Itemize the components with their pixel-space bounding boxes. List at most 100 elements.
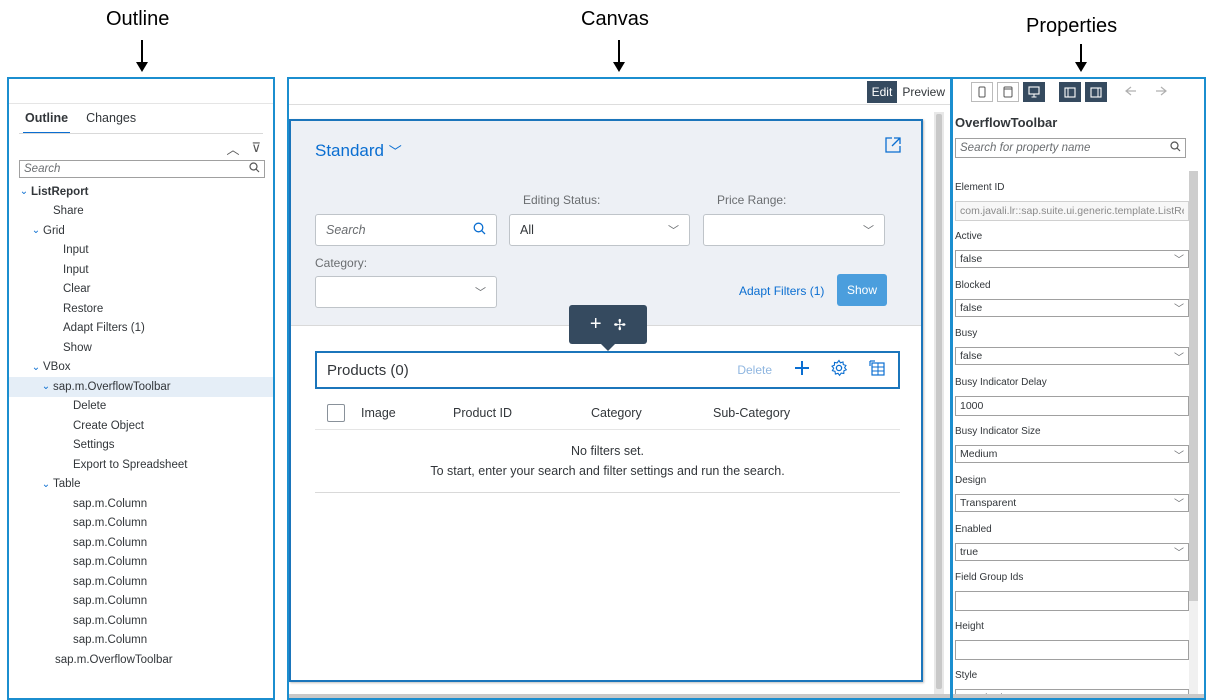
property-select[interactable]: true ﹀ xyxy=(955,542,1189,561)
editing-status-select[interactable]: All ﹀ xyxy=(509,214,690,246)
undo-icon[interactable] xyxy=(1125,85,1139,100)
chevron-down-icon[interactable]: ⌄ xyxy=(39,479,53,490)
tree-node[interactable]: Adapt Filters (1) xyxy=(9,319,273,339)
show-outline-panel-icon[interactable] xyxy=(1059,82,1081,102)
tab-outline[interactable]: Outline xyxy=(22,111,71,134)
property-select[interactable]: Medium ﹀ xyxy=(955,445,1189,463)
property-label: Design xyxy=(955,474,987,486)
tree-node[interactable]: Show xyxy=(9,338,273,358)
column-header-image[interactable]: Image xyxy=(361,406,453,420)
tree-node[interactable]: ⌄ ListReport xyxy=(9,182,273,202)
property-input[interactable] xyxy=(955,591,1189,612)
chevron-down-icon[interactable]: ⌄ xyxy=(17,186,31,197)
price-range-label: Price Range: xyxy=(717,193,787,207)
table-overflow-toolbar[interactable]: Products (0) Delete xyxy=(315,351,900,389)
properties-callout: Properties xyxy=(1026,15,1118,37)
chevron-down-icon: ﹀ xyxy=(1174,255,1184,267)
tree-node[interactable]: sap.m.Column xyxy=(9,514,273,534)
property-label: Field Group Ids xyxy=(955,572,1024,584)
table-column-header: Image Product ID Category Sub-Category xyxy=(315,396,900,430)
tablet-icon[interactable] xyxy=(997,82,1019,102)
settings-icon[interactable] xyxy=(830,359,848,382)
tree-node[interactable]: sap.m.Column xyxy=(9,572,273,592)
property-label: Busy Indicator Delay xyxy=(955,377,1047,389)
create-object-icon[interactable] xyxy=(794,360,810,381)
tree-node[interactable]: Settings xyxy=(9,436,273,456)
add-section-icon[interactable]: ✢ xyxy=(614,316,627,334)
property-select[interactable]: false ﹀ xyxy=(955,347,1189,366)
delete-button[interactable]: Delete xyxy=(737,363,772,377)
filter-icon[interactable]: ⊽ xyxy=(251,140,261,156)
tree-node-label: sap.m.Column xyxy=(73,536,148,549)
tree-node[interactable]: Clear xyxy=(9,280,273,300)
tree-node-label: ListReport xyxy=(31,185,89,198)
properties-scrollbar-thumb[interactable] xyxy=(1189,171,1198,601)
property-input[interactable] xyxy=(955,640,1189,661)
tree-node[interactable]: ⌄ Grid xyxy=(9,221,273,241)
tree-node[interactable]: sap.m.Column xyxy=(9,494,273,514)
tree-node[interactable]: sap.m.Column xyxy=(9,631,273,651)
tree-node[interactable]: Input xyxy=(9,260,273,280)
tree-node[interactable]: ⌄ sap.m.OverflowToolbar xyxy=(9,377,273,397)
tree-node[interactable]: sap.m.Column xyxy=(9,611,273,631)
outline-search-input[interactable]: Search xyxy=(19,160,265,178)
phone-icon[interactable] xyxy=(971,82,993,102)
property-item: Busy Indicator Size Medium ﹀ xyxy=(955,426,1189,463)
property-select[interactable]: false ﹀ xyxy=(955,298,1189,317)
chevron-down-icon[interactable]: ⌄ xyxy=(29,225,43,236)
chevron-down-icon: ﹀ xyxy=(388,144,402,159)
tree-node[interactable]: Restore xyxy=(9,299,273,319)
canvas-scrollbar-thumb[interactable] xyxy=(936,114,942,689)
outline-tools: ︿ ⊽ xyxy=(9,134,273,158)
property-label: Busy Indicator Size xyxy=(955,426,1041,437)
property-input[interactable]: 1000 xyxy=(955,396,1189,417)
canvas-callout: Canvas xyxy=(581,8,649,30)
tree-node[interactable]: Share xyxy=(9,202,273,222)
properties-scrollbar[interactable] xyxy=(1189,171,1198,698)
add-icon[interactable]: + xyxy=(590,313,602,336)
property-item: Busy false ﹀ xyxy=(955,328,1189,366)
tree-node[interactable]: sap.m.Column xyxy=(9,533,273,553)
canvas-scrollbar[interactable] xyxy=(934,112,944,697)
collapse-all-icon[interactable]: ︿ xyxy=(226,139,239,158)
column-header-product-id[interactable]: Product ID xyxy=(453,406,591,420)
tree-node-label: Input xyxy=(63,263,89,276)
table-title: Products (0) xyxy=(327,361,409,379)
show-button[interactable]: Show xyxy=(837,274,887,306)
tree-node[interactable]: Delete xyxy=(9,397,273,417)
search-field[interactable]: Search xyxy=(315,214,497,246)
tree-node[interactable]: sap.m.OverflowToolbar xyxy=(9,650,273,670)
property-select[interactable]: false ﹀ xyxy=(955,249,1189,268)
column-header-category[interactable]: Category xyxy=(591,406,713,420)
column-header-sub-category[interactable]: Sub-Category xyxy=(713,406,790,420)
outline-callout-arrow xyxy=(136,40,148,72)
redo-icon[interactable] xyxy=(1153,85,1167,100)
export-to-spreadsheet-icon[interactable] xyxy=(868,359,886,382)
price-range-select[interactable]: ﹀ xyxy=(703,214,885,246)
property-label: Element ID xyxy=(955,182,1005,193)
tree-node[interactable]: sap.m.Column xyxy=(9,553,273,573)
tree-node[interactable]: ⌄ VBox xyxy=(9,358,273,378)
chevron-down-icon[interactable]: ⌄ xyxy=(29,362,43,373)
adapt-filters-link[interactable]: Adapt Filters (1) xyxy=(739,284,824,298)
tree-node[interactable]: Create Object xyxy=(9,416,273,436)
property-search-input[interactable]: Search for property name xyxy=(955,138,1186,158)
share-icon[interactable] xyxy=(883,135,903,155)
preview-mode-button[interactable]: Preview xyxy=(897,81,950,103)
tree-node-label: sap.m.Column xyxy=(73,556,148,569)
variant-management[interactable]: Standard ﹀ xyxy=(315,141,402,161)
tree-node[interactable]: ⌄ Table xyxy=(9,475,273,495)
select-all-checkbox[interactable] xyxy=(327,403,345,422)
category-select[interactable]: ﹀ xyxy=(315,276,497,308)
show-properties-panel-icon[interactable] xyxy=(1085,82,1107,102)
tab-changes[interactable]: Changes xyxy=(86,111,136,134)
tree-node[interactable]: Input xyxy=(9,241,273,261)
desktop-icon[interactable] xyxy=(1023,82,1045,102)
chevron-down-icon[interactable]: ⌄ xyxy=(39,381,53,392)
tree-node-label: sap.m.Column xyxy=(73,497,148,510)
tree-node[interactable]: Export to Spreadsheet xyxy=(9,455,273,475)
property-search-placeholder: Search for property name xyxy=(960,142,1091,154)
edit-mode-button[interactable]: Edit xyxy=(866,80,898,103)
tree-node[interactable]: sap.m.Column xyxy=(9,592,273,612)
property-select[interactable]: Transparent ﹀ xyxy=(955,493,1189,512)
